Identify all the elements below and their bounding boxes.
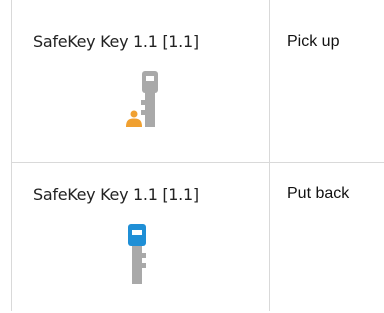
key-name-label: SafeKey Key 1.1 [1.1] xyxy=(33,32,199,51)
key-with-person-icon xyxy=(126,71,158,127)
action-label: Pick up xyxy=(287,33,340,50)
key-cell[interactable]: SafeKey Key 1.1 [1.1] xyxy=(11,163,269,313)
key-name-label: SafeKey Key 1.1 [1.1] xyxy=(33,185,199,204)
table-row[interactable]: SafeKey Key 1.1 [1.1] Pick up xyxy=(0,0,384,162)
table-row[interactable]: SafeKey Key 1.1 [1.1] Put back xyxy=(0,163,384,311)
action-label: Put back xyxy=(287,185,350,202)
key-cell[interactable]: SafeKey Key 1.1 [1.1] xyxy=(11,0,269,150)
key-blue-icon xyxy=(128,224,146,284)
key-action-table: SafeKey Key 1.1 [1.1] Pick up SafeKey Ke… xyxy=(0,0,384,311)
action-cell[interactable]: Put back xyxy=(270,163,384,313)
action-cell[interactable]: Pick up xyxy=(270,0,384,150)
